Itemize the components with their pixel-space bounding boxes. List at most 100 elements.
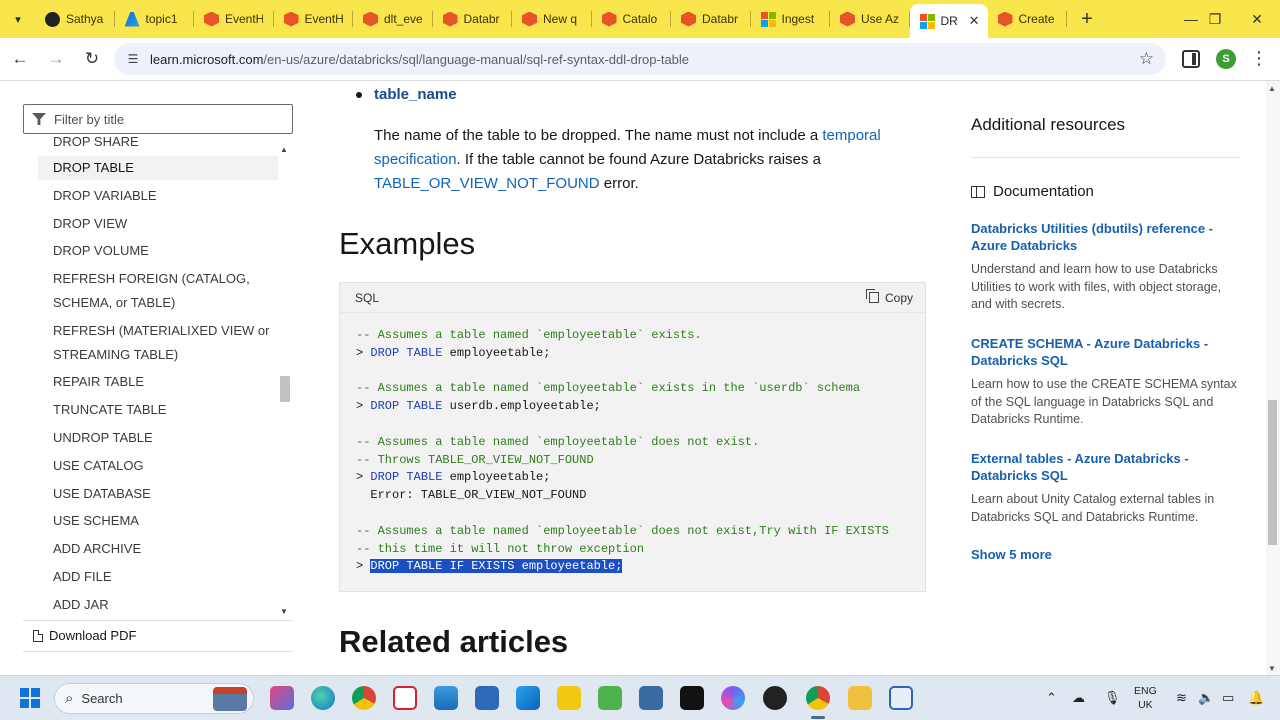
browser-tab[interactable]: Databr (671, 0, 751, 38)
address-url[interactable]: learn.microsoft.com/en-us/azure/databric… (150, 52, 689, 67)
app-icon[interactable] (721, 686, 745, 710)
window-close-icon[interactable]: ✕ (1234, 0, 1280, 38)
toc-item[interactable]: ADD ARCHIVE (53, 537, 278, 561)
code-header: SQL Copy (340, 283, 925, 313)
browser-tab[interactable]: dlt_eve (353, 0, 433, 38)
browser-tab[interactable]: Create (988, 0, 1068, 38)
filter-input[interactable] (54, 111, 274, 127)
profile-avatar[interactable]: S (1216, 49, 1236, 69)
obs-icon[interactable] (763, 686, 787, 710)
toolbar-divider (0, 80, 1280, 81)
browser-tab[interactable]: EventH (194, 0, 274, 38)
toc-item-partial[interactable]: DROP SHARE (53, 136, 278, 154)
toc-item[interactable]: USE SCHEMA (53, 509, 278, 533)
toc-item[interactable]: REFRESH FOREIGN (CATALOG, (53, 267, 278, 291)
restore-icon[interactable]: ❐ (1192, 0, 1238, 38)
browser-tab[interactable]: topic1 (115, 0, 195, 38)
toc-scroll-down-icon[interactable]: ▼ (280, 607, 288, 616)
browser-tab[interactable]: Sathya (35, 0, 115, 38)
side-panel-icon[interactable] (1182, 50, 1200, 68)
toc-item[interactable]: DROP VARIABLE (53, 184, 278, 208)
table-or-view-not-found-link[interactable]: TABLE_OR_VIEW_NOT_FOUND (374, 175, 600, 192)
toc-item[interactable]: DROP TABLE (38, 156, 278, 180)
pycharm-icon[interactable] (680, 686, 704, 710)
toc-item[interactable]: DROP VIEW (53, 212, 278, 236)
resource-link[interactable]: External tables - Azure Databricks - Dat… (971, 450, 1246, 484)
postgres-icon[interactable] (639, 686, 663, 710)
code-token: employeetable; (442, 470, 551, 485)
toc-item[interactable]: USE CATALOG (53, 454, 278, 478)
chrome-active-icon[interactable] (806, 686, 830, 710)
forward-arrow-icon[interactable]: → (40, 43, 72, 75)
toc-item[interactable]: USE DATABASE (53, 482, 278, 506)
page-scrollbar-thumb[interactable] (1268, 400, 1277, 545)
browser-tab[interactable]: Catalo (592, 0, 672, 38)
toc-item[interactable]: REPAIR TABLE (53, 370, 278, 394)
power-bi-icon[interactable] (557, 686, 581, 710)
toc-item[interactable]: TRUNCATE TABLE (53, 398, 278, 422)
toc-item[interactable]: SCHEMA, or TABLE) (53, 291, 278, 315)
snipping-tool-icon[interactable] (393, 686, 417, 710)
browser-tab[interactable]: Use Az (830, 0, 910, 38)
taskbar-search-label: Search (81, 691, 123, 706)
download-pdf-link[interactable]: Download PDF (33, 628, 136, 643)
windows-start-icon[interactable] (20, 688, 40, 708)
filter-by-title-box[interactable] (23, 104, 293, 134)
copy-button[interactable]: Copy (865, 289, 913, 305)
toc-scroll-up-icon[interactable]: ▲ (280, 145, 288, 154)
browser-toolbar: ← → ↻ ☰ learn.microsoft.com/en-us/azure/… (0, 38, 1280, 80)
chrome-icon[interactable] (352, 686, 376, 710)
resource-link[interactable]: CREATE SCHEMA - Azure Databricks - Datab… (971, 335, 1246, 369)
browser-tab[interactable]: Databr (433, 0, 513, 38)
page-scrollbar[interactable] (1266, 81, 1280, 675)
code-line: Error: TABLE_OR_VIEW_NOT_FOUND (356, 487, 889, 505)
page-scroll-up-icon[interactable]: ▲ (1268, 84, 1276, 93)
browser-tab[interactable]: New q (512, 0, 592, 38)
reload-icon[interactable]: ↻ (76, 43, 108, 75)
notepad-icon[interactable] (889, 686, 913, 710)
browser-tab[interactable]: EventH (274, 0, 354, 38)
battery-icon[interactable]: ▭ (1222, 690, 1234, 706)
browser-tab[interactable]: DR ✕ (909, 4, 988, 38)
code-body[interactable]: -- Assumes a table named `employeetable`… (356, 327, 889, 576)
code-token: > (356, 559, 371, 574)
taskbar-search[interactable]: ⌕ Search (54, 683, 254, 714)
volume-icon[interactable]: 🔈 (1198, 690, 1214, 706)
address-bar[interactable]: ☰ learn.microsoft.com/en-us/azure/databr… (114, 43, 1166, 75)
language-indicator[interactable]: ENG UK (1134, 684, 1157, 712)
tab-close-icon[interactable]: ✕ (969, 13, 980, 29)
back-arrow-icon[interactable]: ← (4, 43, 36, 75)
wifi-icon[interactable]: ≋ (1176, 690, 1187, 706)
windows-taskbar: ⌕ Search ⌃ ☁ 🎙 ENG UK ≋ 🔈 ▭ 🔔 (0, 675, 1280, 720)
excel-icon[interactable] (598, 686, 622, 710)
resource-link[interactable]: Databricks Utilities (dbutils) reference… (971, 220, 1246, 254)
chevron-up-icon[interactable]: ⌃ (1046, 690, 1057, 706)
toc-item[interactable]: REFRESH (MATERIALIXED VIEW or (53, 319, 278, 343)
new-tab-button[interactable]: + (1073, 5, 1101, 33)
page-scroll-down-icon[interactable]: ▼ (1268, 664, 1276, 673)
show-more-link[interactable]: Show 5 more (971, 547, 1052, 562)
mail-icon[interactable] (434, 686, 458, 710)
cloud-icon[interactable]: ☁ (1072, 690, 1085, 706)
network-diagram-icon[interactable] (475, 686, 499, 710)
toc-item[interactable]: STREAMING TABLE) (53, 343, 278, 367)
microphone-icon[interactable]: 🎙 (1104, 690, 1121, 706)
site-info-icon[interactable]: ☰ (120, 52, 146, 66)
browser-menu-icon[interactable]: ⋮ (1250, 48, 1268, 68)
code-token: DROP TABLE (370, 470, 443, 485)
toc-item[interactable]: ADD JAR (53, 593, 278, 617)
copy-icon (865, 289, 879, 303)
tab-title: New q (543, 12, 578, 26)
toc-item[interactable]: DROP VOLUME (53, 239, 278, 263)
file-explorer-icon[interactable] (848, 686, 872, 710)
tab-search-icon[interactable]: ▾ (7, 8, 29, 30)
toc-scrollbar-thumb[interactable] (280, 376, 290, 402)
copilot-icon[interactable] (270, 686, 294, 710)
toc-item[interactable]: UNDROP TABLE (53, 426, 278, 450)
vscode-icon[interactable] (516, 686, 540, 710)
browser-tab[interactable]: Ingest (751, 0, 831, 38)
toc-item[interactable]: ADD FILE (53, 565, 278, 589)
bookmark-star-icon[interactable]: ☆ (1139, 49, 1154, 69)
notification-bell-icon[interactable]: 🔔 (1248, 690, 1264, 706)
edge-icon[interactable] (311, 686, 335, 710)
